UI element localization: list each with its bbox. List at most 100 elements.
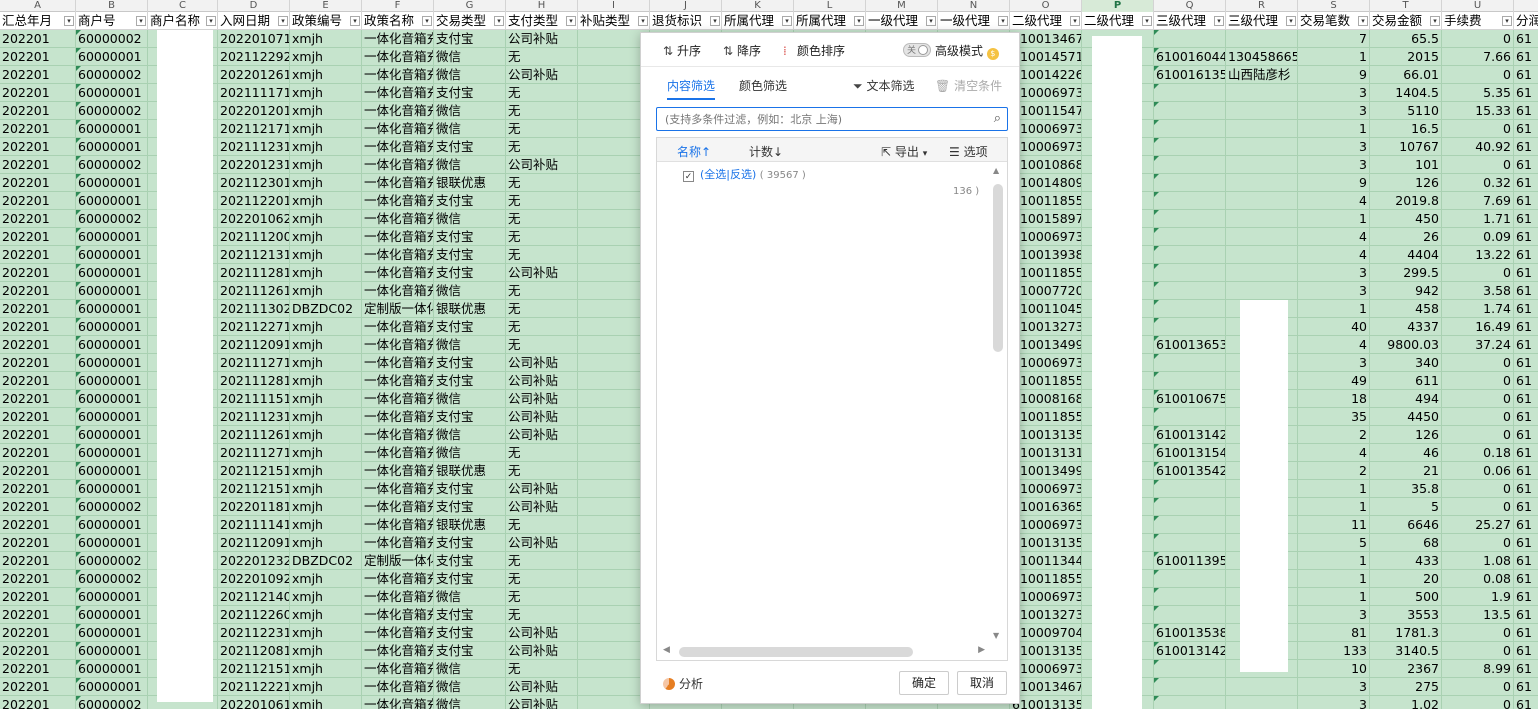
table-cell[interactable]: 610015897	[1010, 210, 1082, 228]
table-cell[interactable]: 202201	[0, 120, 76, 138]
table-cell[interactable]: 458	[1370, 300, 1442, 318]
table-cell[interactable]	[1154, 120, 1226, 138]
table-cell[interactable]: 0	[1442, 624, 1514, 642]
table-cell[interactable]: 1	[1298, 300, 1370, 318]
table-cell[interactable]: 无	[506, 48, 578, 66]
table-cell[interactable]: 610006973	[1010, 84, 1082, 102]
table-cell[interactable]: xmjh	[290, 678, 362, 696]
column-letter-q[interactable]: Q	[1154, 0, 1226, 12]
table-cell[interactable]: 3	[1298, 354, 1370, 372]
column-letter-r[interactable]: R	[1226, 0, 1298, 12]
table-cell[interactable]: 202111261	[218, 282, 290, 300]
table-cell[interactable]: 60000001	[76, 282, 148, 300]
table-cell[interactable]: DBZDC02	[290, 552, 362, 570]
table-cell[interactable]: xmjh	[290, 210, 362, 228]
table-cell[interactable]: 61	[1514, 570, 1538, 588]
select-all-item[interactable]: ✓ (全选|反选) ( 39567 )	[683, 166, 806, 182]
table-cell[interactable]: 一体化音箱充值	[362, 120, 434, 138]
table-cell[interactable]	[1154, 30, 1226, 48]
table-cell[interactable]: 202201	[0, 696, 76, 709]
table-cell[interactable]: 一体化音箱充值	[362, 282, 434, 300]
column-header-cell[interactable]: 退货标识 ▾	[650, 12, 722, 30]
column-letter-m[interactable]: M	[866, 0, 938, 12]
table-cell[interactable]: 611	[1370, 372, 1442, 390]
table-cell[interactable]: 299.5	[1370, 264, 1442, 282]
table-cell[interactable]: 公司补贴	[506, 30, 578, 48]
table-cell[interactable]: 1	[1298, 480, 1370, 498]
table-cell[interactable]: 610013467	[1010, 30, 1082, 48]
table-cell[interactable]	[1226, 696, 1298, 709]
table-cell[interactable]: xmjh	[290, 228, 362, 246]
table-cell[interactable]: 126	[1370, 426, 1442, 444]
table-cell[interactable]: 60000002	[76, 66, 148, 84]
table-cell[interactable]: 61	[1514, 210, 1538, 228]
table-cell[interactable]: 微信	[434, 210, 506, 228]
table-cell[interactable]: 202111302	[218, 300, 290, 318]
table-cell[interactable]: 1	[1298, 210, 1370, 228]
filter-dropdown-icon[interactable]: ▾	[350, 16, 360, 26]
table-cell[interactable]: 4	[1298, 228, 1370, 246]
table-cell[interactable]: 60000001	[76, 336, 148, 354]
table-cell[interactable]: 1404.5	[1370, 84, 1442, 102]
table-cell[interactable]: 一体化音箱充值	[362, 696, 434, 709]
table-cell[interactable]	[1226, 156, 1298, 174]
table-cell[interactable]: 支付宝	[434, 552, 506, 570]
table-cell[interactable]: 202112131	[218, 246, 290, 264]
table-cell[interactable]: 610013499	[1010, 462, 1082, 480]
advanced-mode-toggle[interactable]: 关	[903, 43, 931, 57]
table-cell[interactable]: 60000001	[76, 480, 148, 498]
table-cell[interactable]: 微信	[434, 336, 506, 354]
table-cell[interactable]: 40.92	[1442, 138, 1514, 156]
table-cell[interactable]: 60000002	[76, 498, 148, 516]
table-cell[interactable]: 610016044	[1154, 48, 1226, 66]
table-cell[interactable]: 无	[506, 462, 578, 480]
column-header-cell[interactable]: 一级代理 ▾	[938, 12, 1010, 30]
table-cell[interactable]: 202201	[0, 210, 76, 228]
table-cell[interactable]: 610013131	[1010, 444, 1082, 462]
table-cell[interactable]: 定制版一体化充值	[362, 552, 434, 570]
scroll-left-arrow-icon[interactable]: ◀	[663, 645, 670, 655]
table-cell[interactable]: 61	[1514, 534, 1538, 552]
table-cell[interactable]: 4337	[1370, 318, 1442, 336]
table-cell[interactable]	[1154, 228, 1226, 246]
table-cell[interactable]	[1226, 246, 1298, 264]
table-cell[interactable]: 3	[1298, 678, 1370, 696]
table-cell[interactable]: xmjh	[290, 174, 362, 192]
table-cell[interactable]: 25.27	[1442, 516, 1514, 534]
table-cell[interactable]: 61	[1514, 120, 1538, 138]
table-cell[interactable]: 支付宝	[434, 408, 506, 426]
table-cell[interactable]: 202201	[0, 156, 76, 174]
table-cell[interactable]: 1	[1298, 120, 1370, 138]
table-cell[interactable]: 0.32	[1442, 174, 1514, 192]
table-cell[interactable]: 61	[1514, 444, 1538, 462]
options-button[interactable]: ☰ 选项	[949, 143, 988, 160]
filter-dropdown-icon[interactable]: ▾	[782, 16, 792, 26]
table-cell[interactable]: xmjh	[290, 426, 362, 444]
table-cell[interactable]: 610009704	[1010, 624, 1082, 642]
table-cell[interactable]: 61	[1514, 624, 1538, 642]
table-cell[interactable]: 202112171	[218, 120, 290, 138]
table-cell[interactable]: 202111281	[218, 264, 290, 282]
table-cell[interactable]: xmjh	[290, 264, 362, 282]
table-cell[interactable]: 60000001	[76, 642, 148, 660]
table-cell[interactable]: 942	[1370, 282, 1442, 300]
table-cell[interactable]: 3	[1298, 282, 1370, 300]
table-cell[interactable]: 一体化音箱充值	[362, 606, 434, 624]
table-cell[interactable]	[1226, 192, 1298, 210]
table-cell[interactable]: 202201	[0, 102, 76, 120]
table-cell[interactable]: xmjh	[290, 642, 362, 660]
table-cell[interactable]	[1154, 156, 1226, 174]
table-cell[interactable]: 0.09	[1442, 228, 1514, 246]
clear-conditions-button[interactable]: 🗑 清空条件	[935, 77, 1002, 98]
table-cell[interactable]: 一体化音箱充值	[362, 138, 434, 156]
table-cell[interactable]: 61	[1514, 30, 1538, 48]
table-cell[interactable]: 610006973	[1010, 120, 1082, 138]
column-letter-k[interactable]: K	[722, 0, 794, 12]
table-cell[interactable]: 202201	[0, 48, 76, 66]
table-cell[interactable]: 202201	[0, 462, 76, 480]
table-cell[interactable]: 60000002	[76, 570, 148, 588]
table-cell[interactable]: 21	[1370, 462, 1442, 480]
table-cell[interactable]: 公司补贴	[506, 156, 578, 174]
table-cell[interactable]: 610013499	[1010, 336, 1082, 354]
table-cell[interactable]: 15.33	[1442, 102, 1514, 120]
